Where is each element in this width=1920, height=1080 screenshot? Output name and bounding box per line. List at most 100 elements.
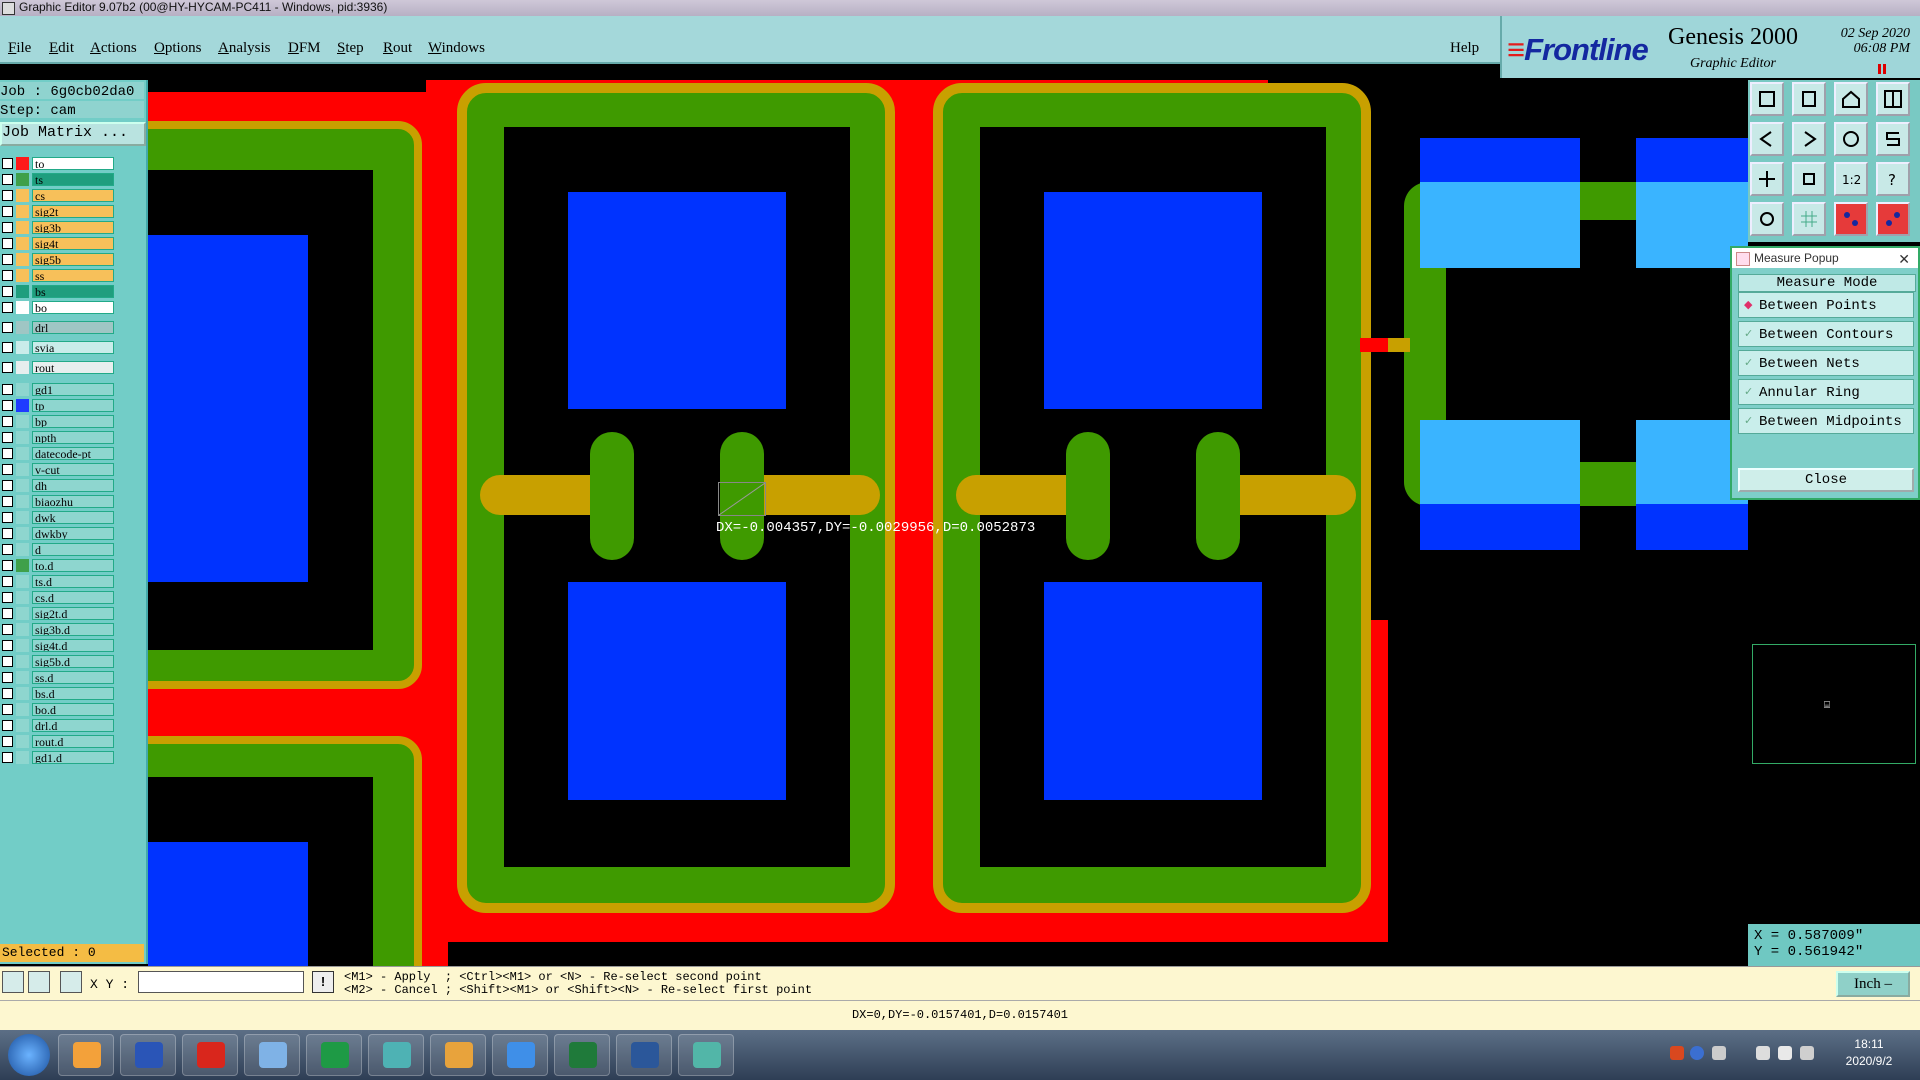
layer-row[interactable]: svia	[0, 340, 118, 355]
layer-row[interactable]: bs.d	[0, 686, 118, 701]
layer-checkbox[interactable]	[2, 672, 13, 683]
layer-row[interactable]: cs.d	[0, 590, 118, 605]
option-between-contours[interactable]: ✓ Between Contours	[1738, 321, 1914, 347]
home-icon[interactable]	[1834, 82, 1868, 116]
layer-row[interactable]: drl.d	[0, 718, 118, 733]
layer-checkbox[interactable]	[2, 464, 13, 475]
layer-checkbox[interactable]	[2, 384, 13, 395]
layer-row[interactable]: tp	[0, 398, 118, 413]
layer-checkbox[interactable]	[2, 190, 13, 201]
layer-checkbox[interactable]	[2, 480, 13, 491]
layer-row[interactable]: to	[0, 156, 118, 171]
taskbar-app-shell[interactable]	[58, 1034, 114, 1076]
measure-icon[interactable]	[1876, 202, 1910, 236]
menu-rout[interactable]: Rout	[383, 40, 412, 57]
layer-checkbox[interactable]	[2, 752, 13, 763]
layer-checkbox[interactable]	[2, 560, 13, 571]
taskbar-app-word[interactable]	[616, 1034, 672, 1076]
layer-row[interactable]: dh	[0, 478, 118, 493]
option-between-nets[interactable]: ✓ Between Nets	[1738, 350, 1914, 376]
layer-row[interactable]: to.d	[0, 558, 118, 573]
taskbar-app-x[interactable]	[430, 1034, 486, 1076]
layer-checkbox[interactable]	[2, 302, 13, 313]
redraw-icon[interactable]	[1834, 122, 1868, 156]
layer-row[interactable]: npth	[0, 430, 118, 445]
exclamation-button[interactable]: !	[312, 971, 334, 993]
taskbar-app-bird[interactable]	[492, 1034, 548, 1076]
layer-row[interactable]: dwk	[0, 510, 118, 525]
taskbar-app-notepad[interactable]	[244, 1034, 300, 1076]
minimap[interactable]: ⌸	[1752, 644, 1916, 764]
save-icon[interactable]	[1792, 82, 1826, 116]
layer-row[interactable]: sig2t.d	[0, 606, 118, 621]
taskbar-app-red[interactable]	[182, 1034, 238, 1076]
window-icon[interactable]	[1876, 82, 1910, 116]
layer-checkbox[interactable]	[2, 576, 13, 587]
layer-row[interactable]: gd1	[0, 382, 118, 397]
layer-row[interactable]: dwkby	[0, 526, 118, 541]
layer-row[interactable]: bo	[0, 300, 118, 315]
layer-row[interactable]: rout	[0, 360, 118, 375]
taskbar-app-fish[interactable]	[368, 1034, 424, 1076]
menu-options[interactable]: Options	[154, 40, 202, 57]
layer-row[interactable]: ts	[0, 172, 118, 187]
layer-checkbox[interactable]	[2, 206, 13, 217]
window-title-bar[interactable]: Graphic Editor 9.07b2 (00@HY-HYCAM-PC411…	[0, 0, 1920, 16]
net-icon[interactable]	[1834, 202, 1868, 236]
layer-checkbox[interactable]	[2, 362, 13, 373]
layer-row[interactable]: sig3b	[0, 220, 118, 235]
layer-row[interactable]: sig5b	[0, 252, 118, 267]
measure-tool-icon[interactable]	[28, 971, 50, 993]
layer-row[interactable]: sig4t	[0, 236, 118, 251]
layer-checkbox[interactable]	[2, 322, 13, 333]
grid-snap-icon[interactable]	[60, 971, 82, 993]
layer-checkbox[interactable]	[2, 342, 13, 353]
layer-row[interactable]: gd1.d	[0, 750, 118, 765]
layer-checkbox[interactable]	[2, 270, 13, 281]
start-button[interactable]	[8, 1034, 50, 1076]
tray-keyboard-icon[interactable]	[1712, 1046, 1726, 1060]
layer-checkbox[interactable]	[2, 720, 13, 731]
layer-checkbox[interactable]	[2, 624, 13, 635]
layer-checkbox[interactable]	[2, 592, 13, 603]
layer-checkbox[interactable]	[2, 496, 13, 507]
layer-row[interactable]: bo.d	[0, 702, 118, 717]
zoom-home-icon[interactable]	[1750, 82, 1784, 116]
layer-row[interactable]: biaozhu	[0, 494, 118, 509]
tray-help-icon[interactable]	[1690, 1046, 1704, 1060]
layer-checkbox[interactable]	[2, 704, 13, 715]
measure-popup-titlebar[interactable]: Measure Popup ✕	[1732, 248, 1918, 268]
taskbar-clock[interactable]: 18:11 2020/9/2	[1824, 1036, 1914, 1070]
layer-checkbox[interactable]	[2, 222, 13, 233]
layer-checkbox[interactable]	[2, 640, 13, 651]
option-between-midpoints[interactable]: ✓ Between Midpoints	[1738, 408, 1914, 434]
layer-row[interactable]: v-cut	[0, 462, 118, 477]
pan-left-icon[interactable]	[1750, 122, 1784, 156]
layer-row[interactable]: ss.d	[0, 670, 118, 685]
tray-volume-icon[interactable]	[1800, 1046, 1814, 1060]
menu-edit[interactable]: Edit	[49, 40, 74, 57]
layer-checkbox[interactable]	[2, 544, 13, 555]
layer-row[interactable]: sig3b.d	[0, 622, 118, 637]
layer-checkbox[interactable]	[2, 448, 13, 459]
layer-checkbox[interactable]	[2, 512, 13, 523]
layer-checkbox[interactable]	[2, 656, 13, 667]
menu-analysis[interactable]: Analysis	[218, 40, 271, 57]
zoom-in-icon[interactable]	[1792, 162, 1826, 196]
layer-checkbox[interactable]	[2, 608, 13, 619]
layer-checkbox[interactable]	[2, 238, 13, 249]
taskbar-app-genesis[interactable]	[678, 1034, 734, 1076]
tray-monitor-icon[interactable]	[1756, 1046, 1770, 1060]
grid-icon[interactable]	[1792, 202, 1826, 236]
menu-windows[interactable]: Windows	[428, 40, 485, 57]
taskbar-app-save[interactable]	[120, 1034, 176, 1076]
menu-step[interactable]: Step	[337, 40, 364, 57]
scale-1-2-icon[interactable]: 1:2	[1834, 162, 1868, 196]
taskbar-app-green[interactable]	[306, 1034, 362, 1076]
pan-right-icon[interactable]	[1792, 122, 1826, 156]
layer-row[interactable]: sig2t	[0, 204, 118, 219]
menu-dfm[interactable]: DFM	[288, 40, 321, 57]
layer-checkbox[interactable]	[2, 528, 13, 539]
layer-row[interactable]: drl	[0, 320, 118, 335]
tray-flag-icon[interactable]	[1778, 1046, 1792, 1060]
